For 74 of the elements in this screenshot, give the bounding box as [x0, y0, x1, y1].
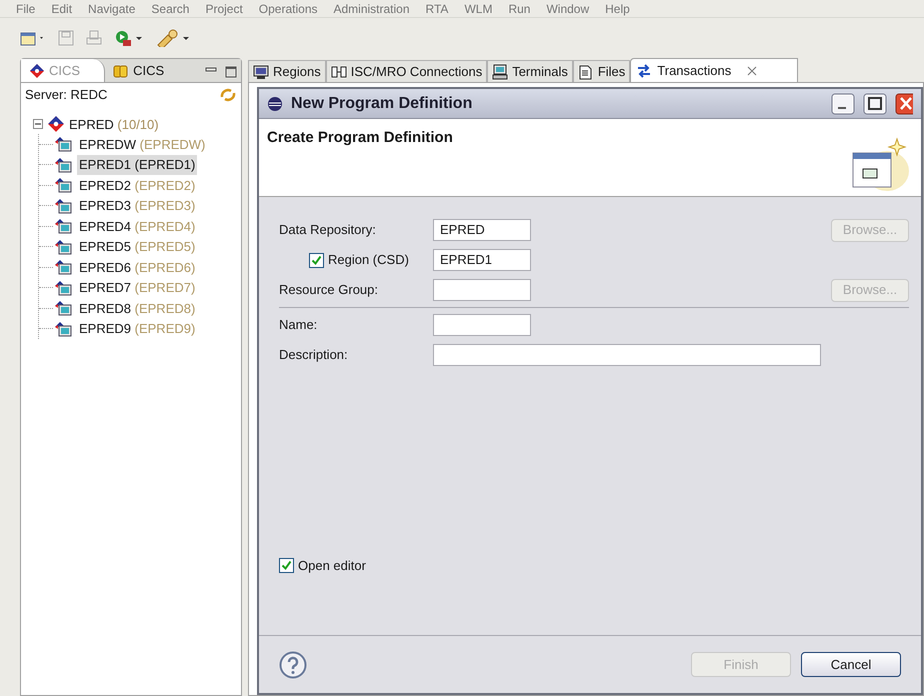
terminal-icon: [492, 64, 508, 80]
region-icon: [53, 217, 73, 236]
help-icon[interactable]: [279, 650, 307, 678]
view-tab[interactable]: CICS: [105, 60, 172, 82]
checkbox-label: Region (CSD): [328, 251, 409, 270]
server-label: Server: REDC: [25, 86, 108, 104]
close-icon[interactable]: [895, 92, 913, 114]
input-field[interactable]: [433, 314, 531, 336]
cylinders-icon: [113, 63, 130, 79]
region-icon: [53, 258, 73, 276]
editor-tab[interactable]: Regions: [248, 60, 326, 82]
dialog-heading: Create Program Definition: [267, 128, 453, 148]
tree-item[interactable]: EPRED8 (EPRED8): [77, 298, 198, 318]
editor-tab[interactable]: Terminals: [487, 60, 573, 82]
input-field[interactable]: [433, 279, 531, 301]
region-icon: [53, 135, 73, 154]
menu-item[interactable]: Help: [605, 2, 630, 14]
refresh-icon[interactable]: [219, 86, 237, 103]
menu-item[interactable]: File: [16, 2, 36, 14]
close-icon[interactable]: [747, 66, 758, 76]
tree-item[interactable]: EPRED7 (EPRED7): [77, 278, 198, 298]
menu-item[interactable]: Run: [508, 2, 530, 14]
tree-item[interactable]: EPRED5 (EPRED5): [77, 237, 198, 256]
region-icon: [53, 196, 73, 215]
tree-item[interactable]: EPRED4 (EPRED4): [77, 216, 198, 236]
eclipse-icon: [267, 96, 283, 112]
tree-item[interactable]: EPRED (10/10): [69, 114, 159, 134]
menu-item[interactable]: RTA: [426, 2, 448, 14]
dialog-title: New Program Definition: [291, 94, 474, 114]
editor-tab[interactable]: Files: [572, 60, 630, 82]
file-icon: [578, 64, 594, 80]
region-icon: [53, 278, 73, 297]
field-label: Name:: [279, 316, 318, 334]
menu-item[interactable]: Search: [151, 2, 190, 14]
field-label: Description:: [279, 346, 348, 364]
minimize-icon[interactable]: [831, 92, 855, 114]
menu-item[interactable]: Navigate: [88, 2, 136, 14]
checkbox-label: Open editor: [298, 556, 366, 575]
field-label: Resource Group:: [279, 281, 378, 300]
tree-item[interactable]: EPREDW (EPREDW): [77, 134, 208, 154]
field-label: Data Repository:: [279, 221, 376, 240]
maximize-icon[interactable]: [863, 92, 887, 114]
menu-item[interactable]: Operations: [258, 2, 318, 14]
editor-tab[interactable]: Transactions: [630, 58, 798, 82]
editor-tab[interactable]: ISC/MRO Connections: [326, 60, 488, 82]
tree-item[interactable]: EPRED2 (EPRED2): [77, 176, 198, 195]
region-icon: [53, 320, 73, 338]
diamond-icon: [47, 115, 65, 134]
menu-item[interactable]: Project: [205, 2, 243, 14]
tree-item[interactable]: EPRED9 (EPRED9): [77, 319, 198, 338]
checkbox[interactable]: [309, 252, 324, 268]
region-icon: [53, 176, 73, 194]
monitor-icon: [253, 64, 269, 80]
diamond-icon: [29, 62, 45, 78]
tree-item[interactable]: EPRED6 (EPRED6): [77, 258, 198, 277]
input-field[interactable]: EPRED: [433, 219, 531, 241]
checkbox[interactable]: [279, 558, 294, 573]
menu-item[interactable]: Window: [546, 2, 590, 14]
key-icon[interactable]: [156, 29, 190, 47]
region-icon: [53, 238, 73, 256]
connection-icon: [330, 64, 347, 80]
maximize-icon[interactable]: [225, 66, 237, 78]
tree-item[interactable]: EPRED1 (EPRED1): [77, 155, 198, 174]
collapse-icon[interactable]: [33, 119, 43, 130]
dialog-button[interactable]: Cancel: [801, 652, 901, 677]
tree-item[interactable]: EPRED3 (EPRED3): [77, 196, 198, 216]
menu-item[interactable]: Administration: [334, 2, 410, 14]
menu-item[interactable]: Edit: [51, 2, 72, 14]
input-field[interactable]: [433, 344, 821, 366]
region-icon: [53, 299, 73, 318]
menu-item[interactable]: WLM: [464, 2, 492, 14]
input-field[interactable]: EPRED1: [433, 249, 531, 271]
region-icon: [53, 156, 73, 174]
run-icon[interactable]: [114, 29, 144, 47]
